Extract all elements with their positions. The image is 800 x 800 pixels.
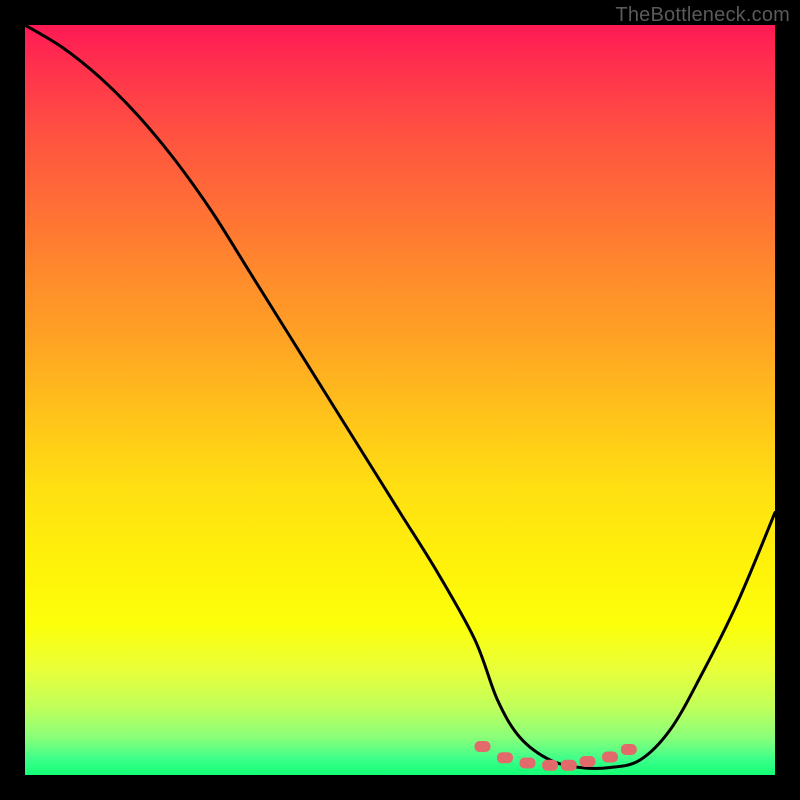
marker-point [621, 744, 637, 755]
marker-point [497, 752, 513, 763]
highlight-markers [475, 741, 637, 771]
marker-point [580, 756, 596, 767]
plot-area [25, 25, 775, 775]
marker-point [602, 752, 618, 763]
marker-point [561, 760, 577, 771]
marker-point [475, 741, 491, 752]
chart-container: TheBottleneck.com [0, 0, 800, 800]
marker-point [542, 760, 558, 771]
watermark-text: TheBottleneck.com [615, 4, 790, 27]
marker-layer [25, 25, 775, 775]
marker-point [520, 758, 536, 769]
